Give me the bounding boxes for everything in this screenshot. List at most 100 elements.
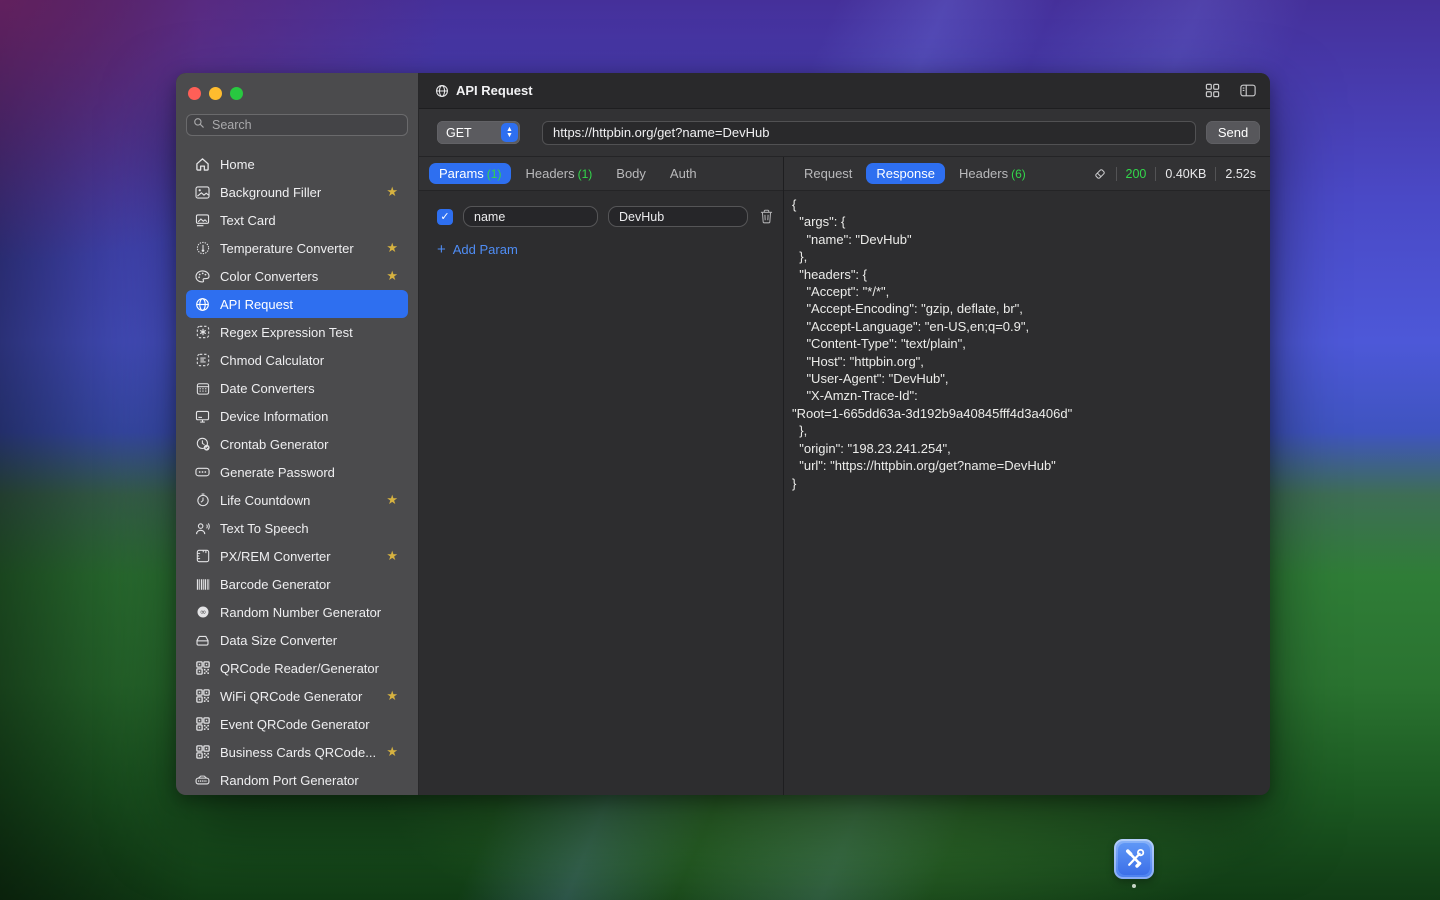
clear-response-icon[interactable]	[1093, 167, 1107, 181]
sidebar-item-text-to-speech[interactable]: Text To Speech	[186, 514, 408, 542]
sidebar-item-chmod-calculator[interactable]: Chmod Calculator	[186, 346, 408, 374]
drive-icon	[194, 635, 211, 646]
sidebar-item-wifi-qrcode-generator[interactable]: WiFi QRCode Generator★	[186, 682, 408, 710]
sidebar-item-label: Text Card	[220, 213, 400, 228]
photos-icon	[194, 186, 211, 199]
sidebar: Home Background Filler ★ Text Card Temperatu…	[176, 73, 419, 795]
sidebar-item-label: Data Size Converter	[220, 633, 400, 648]
toggle-sidebar-icon[interactable]	[1240, 84, 1256, 97]
search-input[interactable]	[210, 117, 401, 133]
url-input[interactable]	[542, 121, 1196, 145]
close-button[interactable]	[188, 87, 201, 100]
delete-param-trash-icon[interactable]	[760, 209, 773, 224]
globe-icon	[194, 297, 211, 312]
json-line: },	[792, 422, 1262, 439]
palette-icon	[194, 270, 211, 283]
server-icon	[194, 775, 211, 786]
stepper-icon: ▲▼	[501, 123, 518, 142]
sidebar-item-background-filler[interactable]: Background Filler ★	[186, 178, 408, 206]
tab-request[interactable]: Request	[794, 163, 862, 184]
sidebar-item-crontab-generator[interactable]: Crontab Generator	[186, 430, 408, 458]
sidebar-nav: Home Background Filler ★ Text Card Temperatu…	[176, 144, 418, 795]
sidebar-item-text-card[interactable]: Text Card	[186, 206, 408, 234]
sidebar-item-label: Random Port Generator	[220, 773, 400, 788]
tab-count-badge: (6)	[1011, 167, 1026, 181]
sidebar-item-label: API Request	[220, 297, 400, 312]
request-panel: Params(1)Headers(1) Body Auth ✓ + Add Para…	[419, 157, 784, 795]
qrcode-icon	[194, 745, 211, 759]
json-line: "Accept": "*/*",	[792, 283, 1262, 300]
json-line: "Root=1-665dd63a-3d192b9a40845fff4d3a406…	[792, 405, 1262, 422]
tab-headers[interactable]: Headers(1)	[515, 163, 602, 184]
app-window: Home Background Filler ★ Text Card Temperatu…	[176, 73, 1270, 795]
favorite-star-icon: ★	[386, 240, 400, 256]
param-key-input[interactable]	[463, 206, 598, 227]
sidebar-item-label: WiFi QRCode Generator	[220, 689, 377, 704]
sidebar-item-home[interactable]: Home	[186, 150, 408, 178]
tab-params[interactable]: Params(1)	[429, 163, 511, 184]
search-field[interactable]	[186, 114, 408, 136]
tab-body[interactable]: Body	[606, 163, 656, 184]
minimize-button[interactable]	[209, 87, 222, 100]
tab-label: Params	[439, 166, 484, 181]
sidebar-item-random-port-generator[interactable]: Random Port Generator	[186, 766, 408, 794]
response-panel: Request Response Headers(6) 200 0.40KB 2.5…	[784, 157, 1270, 795]
sidebar-item-rsa-key-generator[interactable]: RSA Key Generator	[186, 794, 408, 795]
sidebar-item-label: QRCode Reader/Generator	[220, 661, 400, 676]
sidebar-item-label: Temperature Converter	[220, 241, 377, 256]
temperature-icon	[194, 241, 211, 255]
text-card-icon	[194, 214, 211, 227]
favorite-star-icon: ★	[386, 184, 400, 200]
sidebar-item-device-information[interactable]: Device Information	[186, 402, 408, 430]
sidebar-item-regex-expression-test[interactable]: Regex Expression Test	[186, 318, 408, 346]
json-line: "name": "DevHub"	[792, 231, 1262, 248]
method-select[interactable]: GET ▲▼	[437, 121, 520, 144]
sidebar-item-label: Random Number Generator	[220, 605, 400, 620]
sidebar-item-date-converters[interactable]: Date Converters	[186, 374, 408, 402]
window-controls	[176, 73, 418, 110]
sidebar-item-life-countdown[interactable]: Life Countdown★	[186, 486, 408, 514]
sidebar-item-business-cards-qrcode[interactable]: Business Cards QRCode...★	[186, 738, 408, 766]
sidebar-item-px-rem-converter[interactable]: PX/REM Converter★	[186, 542, 408, 570]
response-body[interactable]: { "args": { "name": "DevHub" }, "headers…	[784, 191, 1270, 795]
add-param-button[interactable]: + Add Param	[437, 241, 783, 258]
sidebar-item-label: Date Converters	[220, 381, 400, 396]
sidebar-item-label: Background Filler	[220, 185, 377, 200]
param-enabled-checkbox[interactable]: ✓	[437, 209, 453, 225]
favorite-star-icon: ★	[386, 492, 400, 508]
grid-view-icon[interactable]	[1205, 83, 1220, 98]
clock-check-icon	[194, 437, 211, 451]
sidebar-item-temperature-converter[interactable]: Temperature Converter ★	[186, 234, 408, 262]
tab-response[interactable]: Response	[866, 163, 945, 184]
tab-headers[interactable]: Headers(6)	[949, 163, 1036, 184]
sidebar-item-qrcode-reader-generator[interactable]: QRCode Reader/Generator	[186, 654, 408, 682]
monitor-icon	[194, 410, 211, 423]
tab-label: Body	[616, 166, 646, 181]
json-line: "Accept-Encoding": "gzip, deflate, br",	[792, 300, 1262, 317]
tab-label: Request	[804, 166, 852, 181]
send-button[interactable]: Send	[1206, 121, 1260, 144]
speech-icon	[194, 522, 211, 535]
sidebar-item-barcode-generator[interactable]: Barcode Generator	[186, 570, 408, 598]
tools-icon	[1118, 843, 1150, 875]
sidebar-item-data-size-converter[interactable]: Data Size Converter	[186, 626, 408, 654]
sidebar-item-color-converters[interactable]: Color Converters★	[186, 262, 408, 290]
json-line: }	[792, 475, 1262, 492]
main-area: API Request GET ▲▼ Send Params(1)Head	[419, 73, 1270, 795]
tab-auth[interactable]: Auth	[660, 163, 707, 184]
sidebar-item-generate-password[interactable]: Generate Password	[186, 458, 408, 486]
json-line: "Content-Type": "text/plain",	[792, 335, 1262, 352]
infinity-icon: ∞	[194, 605, 211, 619]
json-line: "origin": "198.23.241.254",	[792, 440, 1262, 457]
response-meta: 200 0.40KB 2.52s	[1093, 167, 1260, 181]
json-line: "User-Agent": "DevHub",	[792, 370, 1262, 387]
devhub-dock-icon[interactable]	[1114, 839, 1154, 879]
home-icon	[194, 157, 211, 171]
sidebar-item-label: Regex Expression Test	[220, 325, 400, 340]
param-value-input[interactable]	[608, 206, 748, 227]
sidebar-item-api-request[interactable]: API Request	[186, 290, 408, 318]
zoom-button[interactable]	[230, 87, 243, 100]
sidebar-item-event-qrcode-generator[interactable]: Event QRCode Generator	[186, 710, 408, 738]
tab-label: Response	[876, 166, 935, 181]
sidebar-item-random-number-generator[interactable]: ∞ Random Number Generator	[186, 598, 408, 626]
